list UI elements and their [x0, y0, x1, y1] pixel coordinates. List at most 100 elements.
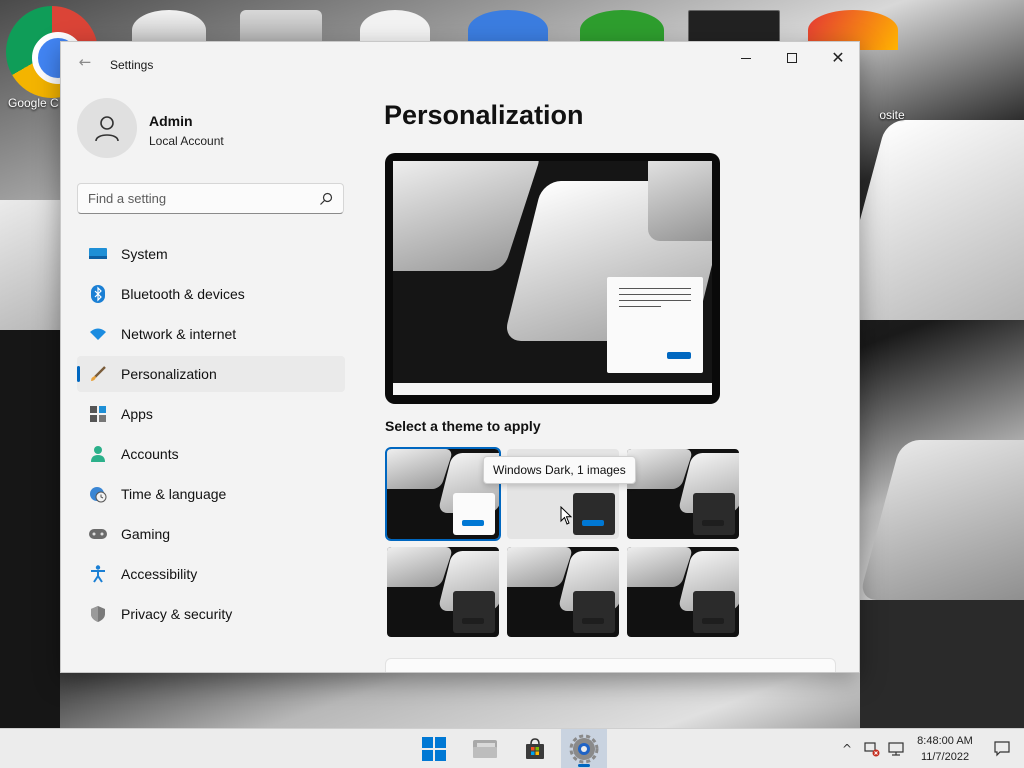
preview-text-line: [619, 294, 691, 295]
theme-preview: [385, 153, 720, 404]
preview-taskbar: [393, 383, 712, 395]
preview-shape: [393, 161, 543, 271]
preview-shape: [648, 161, 712, 241]
sidebar-item-label: Apps: [121, 406, 153, 422]
settings-window: ← Settings ✕ Admin Local Account System …: [60, 41, 860, 673]
wallpaper-shadow: [0, 330, 60, 728]
sidebar-item-bluetooth[interactable]: Bluetooth & devices: [77, 276, 345, 312]
sidebar-item-personalization[interactable]: Personalization: [77, 356, 345, 392]
sidebar-item-network[interactable]: Network & internet: [77, 316, 345, 352]
preview-text-line: [619, 300, 691, 301]
close-button[interactable]: ✕: [815, 42, 859, 74]
preview-button: [667, 352, 691, 359]
sidebar-item-label: Accounts: [121, 446, 179, 462]
sidebar-item-label: Accessibility: [121, 566, 198, 582]
theme-window-preview: [693, 591, 735, 633]
sidebar-item-apps[interactable]: Apps: [77, 396, 345, 432]
mouse-cursor-icon: [560, 506, 573, 525]
start-button[interactable]: [411, 729, 457, 768]
notifications-button[interactable]: [990, 729, 1014, 768]
title-bar[interactable]: ← Settings ✕: [61, 42, 859, 78]
folder-icon: [473, 740, 497, 758]
person-icon: [89, 445, 107, 463]
shield-icon: [89, 605, 107, 623]
profile-name: Admin: [149, 113, 193, 129]
sidebar-item-label: Time & language: [121, 486, 227, 502]
search-input[interactable]: [78, 184, 308, 213]
sidebar-nav: System Bluetooth & devices Network & int…: [77, 236, 345, 636]
windows-logo-icon: [422, 737, 446, 761]
theme-tile[interactable]: [627, 449, 739, 539]
store-bag-icon: [526, 738, 544, 759]
theme-window-preview: [453, 493, 495, 535]
page-title: Personalization: [384, 100, 584, 130]
taskbar: ^ 8:48:00 AM 11/7/2022: [0, 728, 1024, 768]
wallpaper-shape: [858, 440, 1024, 600]
file-explorer-button[interactable]: [462, 729, 508, 768]
gamepad-icon: [89, 525, 107, 543]
sidebar-item-label: Privacy & security: [121, 606, 233, 622]
sidebar-item-label: Network & internet: [121, 326, 237, 342]
clock-date: 11/7/2022: [920, 751, 970, 763]
theme-tile[interactable]: [507, 547, 619, 637]
sidebar-item-label: Personalization: [121, 366, 217, 382]
sidebar-item-label: System: [121, 246, 168, 262]
preview-text-line: [619, 288, 691, 289]
preview-window: [607, 277, 703, 373]
theme-window-preview: [573, 591, 615, 633]
person-silhouette-icon: [95, 116, 119, 142]
paintbrush-icon: [89, 365, 107, 383]
back-button[interactable]: ←: [75, 52, 95, 72]
preview-text-line: [619, 306, 661, 307]
settings-card[interactable]: [385, 658, 836, 672]
maximize-icon: [787, 53, 797, 63]
sidebar-item-label: Gaming: [121, 526, 171, 542]
sidebar-item-gaming[interactable]: Gaming: [77, 516, 345, 552]
sidebar-item-accounts[interactable]: Accounts: [77, 436, 345, 472]
user-profile[interactable]: Admin Local Account: [77, 98, 357, 162]
sidebar-item-time-language[interactable]: Time & language: [77, 476, 345, 512]
app-title: Settings: [110, 58, 154, 72]
settings-taskbar-button[interactable]: [561, 729, 607, 768]
accessibility-icon: [89, 565, 107, 583]
wifi-icon: [89, 325, 107, 343]
search-box[interactable]: [77, 183, 344, 214]
theme-tooltip: Windows Dark, 1 images: [483, 456, 636, 484]
network-status-icon: [864, 742, 880, 757]
monitor-icon: [89, 245, 107, 263]
sidebar-item-label: Bluetooth & devices: [121, 286, 245, 302]
tray-overflow-button[interactable]: ^: [838, 729, 856, 768]
sidebar-item-privacy-security[interactable]: Privacy & security: [77, 596, 345, 632]
back-arrow-icon: ←: [78, 53, 92, 71]
selection-indicator: [77, 366, 80, 382]
theme-tile[interactable]: [627, 547, 739, 637]
tray-network-button[interactable]: [862, 729, 882, 768]
maximize-button[interactable]: [769, 42, 815, 74]
tray-display-button[interactable]: [886, 729, 906, 768]
notification-icon: [994, 741, 1010, 757]
taskbar-clock[interactable]: 8:48:00 AM 11/7/2022: [906, 733, 984, 765]
chevron-up-icon: ^: [841, 742, 853, 756]
sidebar-item-system[interactable]: System: [77, 236, 345, 272]
gear-icon: [569, 734, 599, 764]
globe-clock-icon: [89, 485, 107, 503]
theme-window-preview: [693, 493, 735, 535]
theme-tile[interactable]: [387, 547, 499, 637]
sidebar-item-accessibility[interactable]: Accessibility: [77, 556, 345, 592]
theme-window-preview: [573, 493, 615, 535]
wallpaper-shape: [833, 120, 1024, 320]
apps-icon: [89, 405, 107, 423]
preview-desktop: [393, 161, 712, 383]
minimize-button[interactable]: [723, 42, 769, 74]
search-icon[interactable]: [319, 192, 333, 206]
clock-time: 8:48:00 AM: [917, 735, 973, 747]
microsoft-store-button[interactable]: [512, 729, 558, 768]
monitor-tray-icon: [888, 742, 904, 756]
minimize-icon: [741, 57, 751, 59]
profile-account-type: Local Account: [149, 134, 224, 148]
avatar: [77, 98, 137, 158]
bluetooth-icon: [89, 285, 107, 303]
theme-section-label: Select a theme to apply: [385, 418, 541, 434]
wallpaper-shadow: [860, 600, 1024, 728]
theme-window-preview: [453, 591, 495, 633]
